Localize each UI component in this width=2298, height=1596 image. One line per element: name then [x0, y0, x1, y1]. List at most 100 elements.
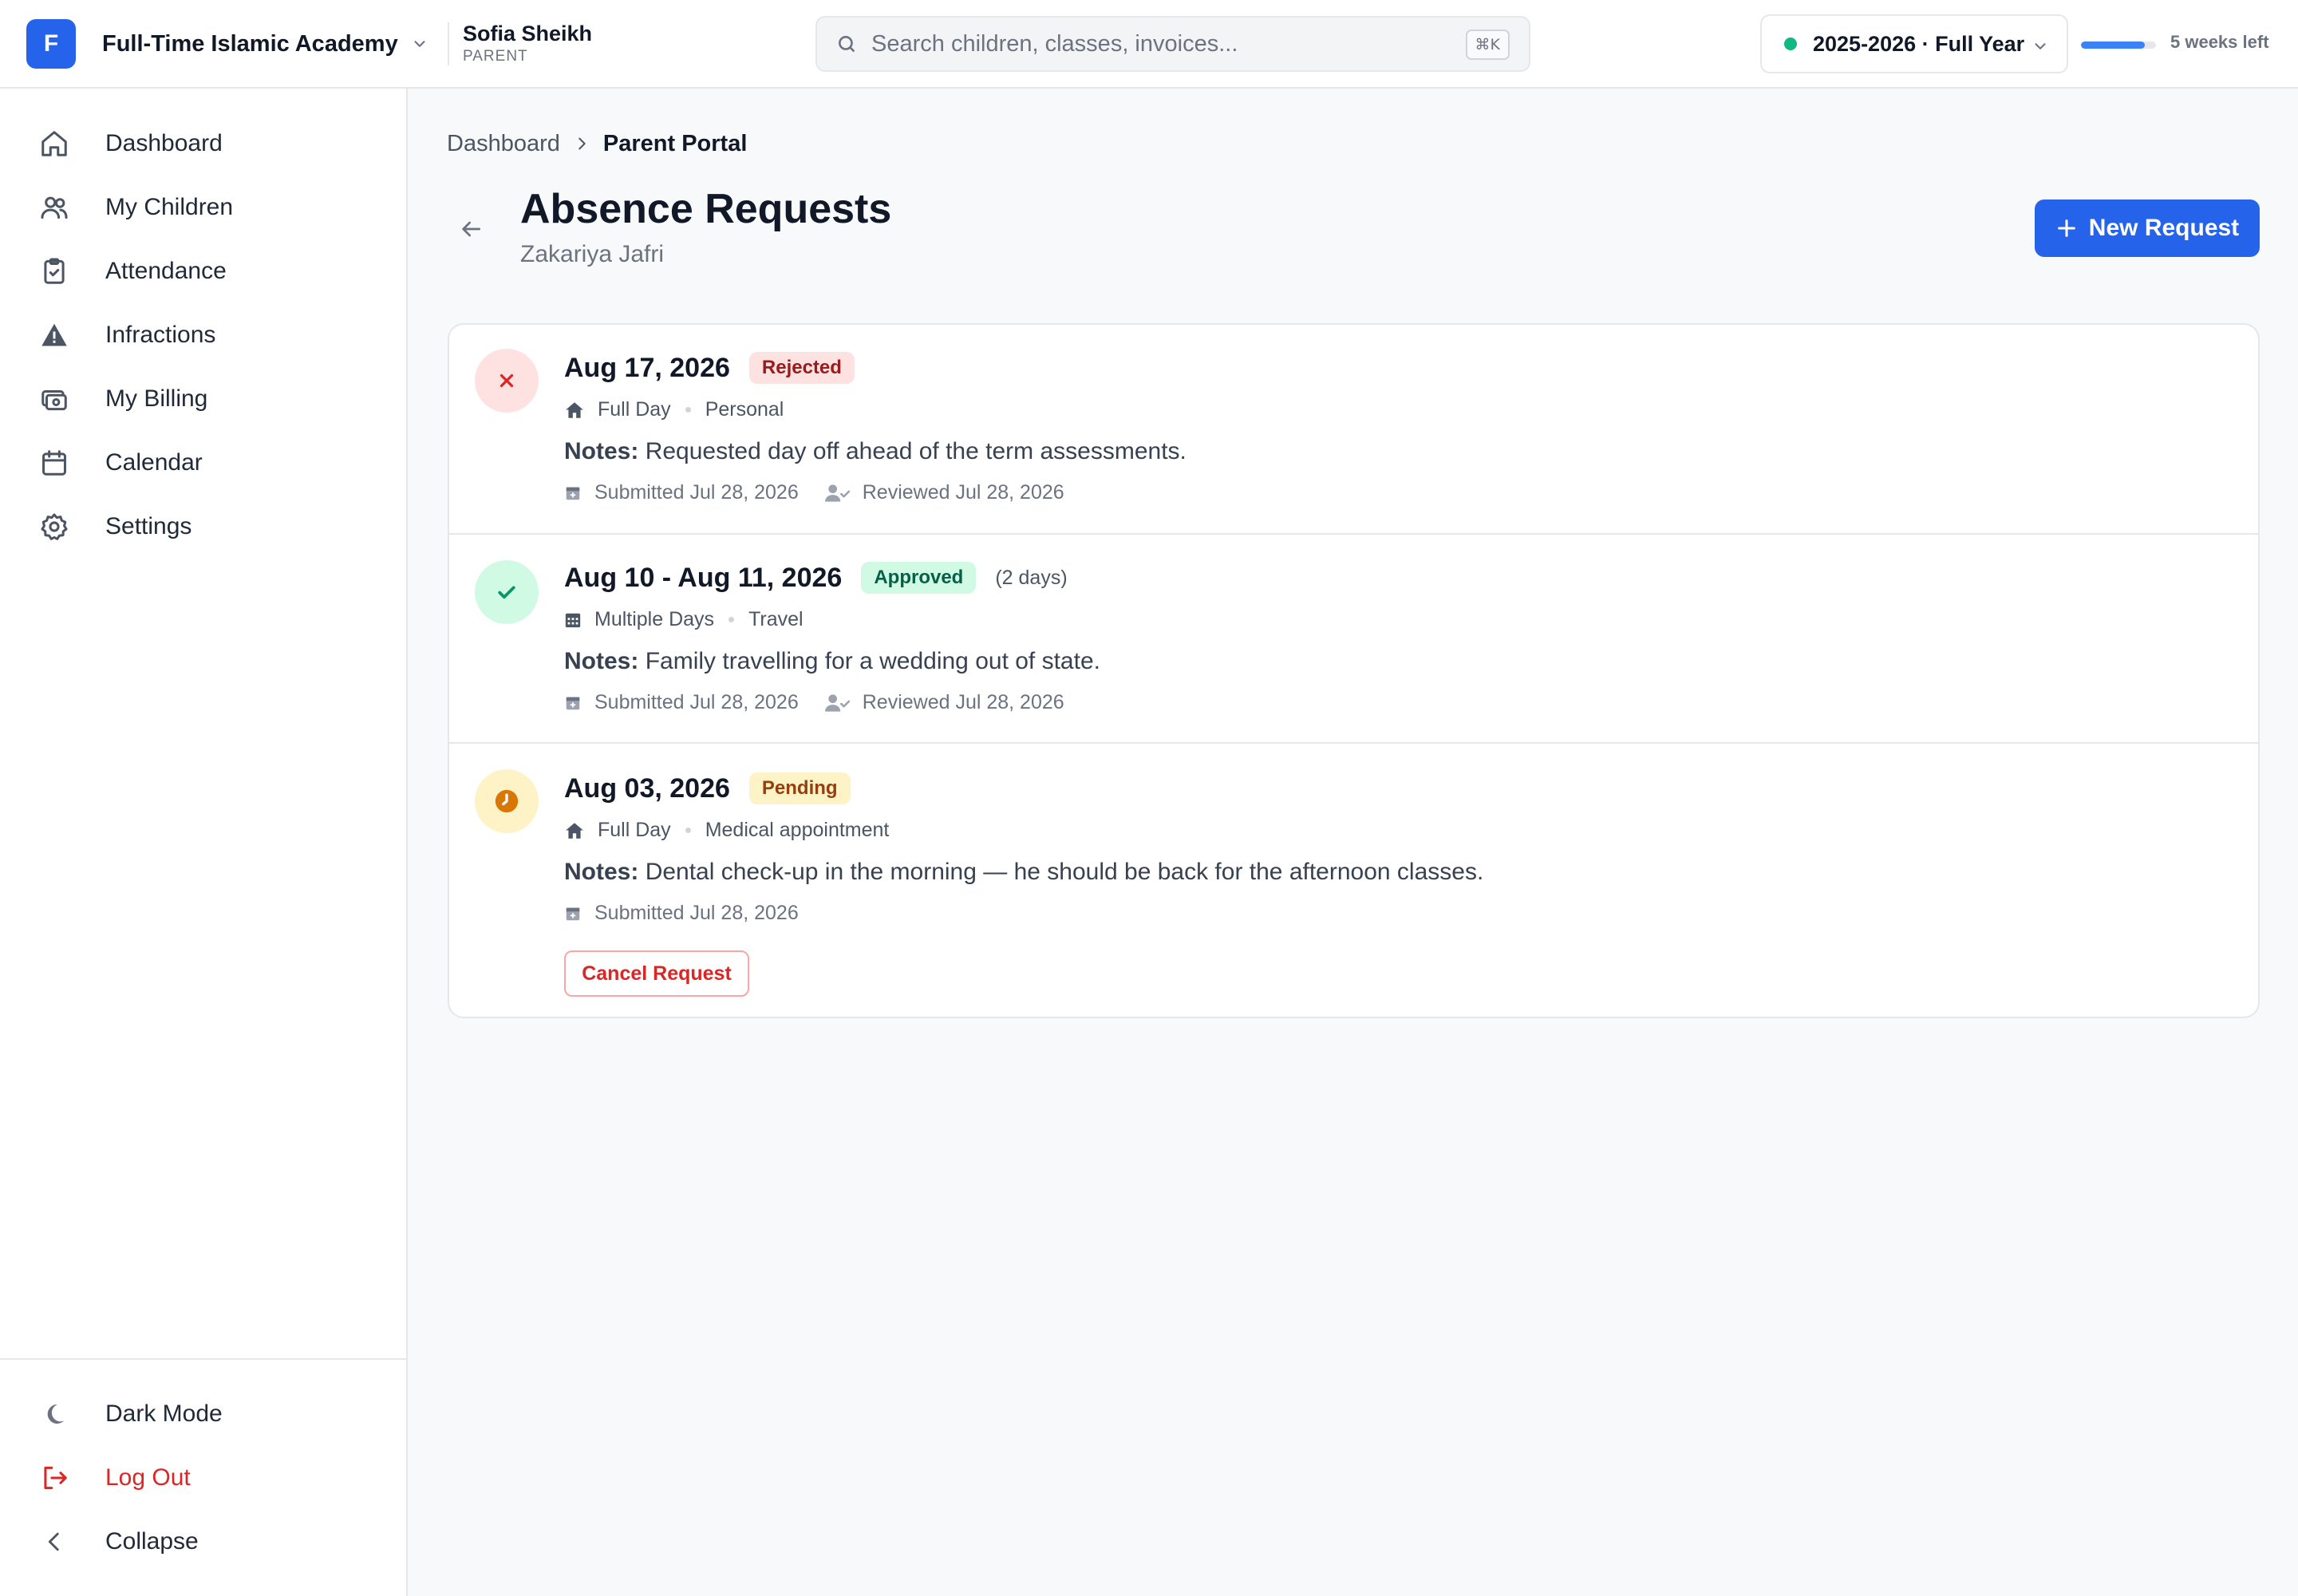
user-role: PARENT	[463, 48, 528, 65]
dark-mode-toggle[interactable]: Dark Mode	[22, 1388, 386, 1440]
clipboard-check-icon	[38, 255, 70, 287]
org-logo[interactable]: F	[26, 19, 76, 69]
home-icon	[564, 820, 585, 841]
submitted-date: Submitted Jul 28, 2026	[594, 691, 799, 713]
chevron-down-icon	[2031, 38, 2049, 55]
submitted-date: Submitted Jul 28, 2026	[594, 902, 799, 924]
sidebar-item-label: Attendance	[105, 258, 227, 284]
sidebar-item-label: Settings	[105, 513, 192, 539]
request-notes: Notes: Dental check-up in the morning — …	[564, 859, 1483, 886]
calendar-plus-icon	[564, 694, 582, 712]
submitted-date: Submitted Jul 28, 2026	[594, 481, 799, 504]
calendar-icon	[38, 447, 70, 479]
child-name: Zakariya Jafri	[520, 241, 665, 267]
sidebar-item-dashboard[interactable]: Dashboard	[22, 117, 386, 170]
org-switcher[interactable]: Full-Time Islamic Academy	[102, 24, 428, 64]
status-badge: Rejected	[748, 352, 855, 384]
arrow-left-icon	[458, 216, 484, 242]
request-notes: Notes: Requested day off ahead of the te…	[564, 438, 1187, 465]
academic-year-label: 2025-2026 · Full Year	[1813, 31, 2025, 56]
sidebar-item-my-children[interactable]: My Children	[22, 181, 386, 234]
absence-request-item: Aug 03, 2026 Pending Full Day Medical ap…	[449, 742, 2258, 1017]
cancel-request-button[interactable]: Cancel Request	[564, 950, 749, 997]
collapse-label: Collapse	[105, 1528, 199, 1555]
request-duration: (2 days)	[995, 566, 1068, 589]
request-type: Full Day	[598, 398, 671, 421]
global-search: ⌘K	[815, 16, 1530, 72]
notes-text: Dental check-up in the morning — he shou…	[645, 859, 1484, 885]
sidebar-item-label: Infractions	[105, 322, 216, 348]
breadcrumb-dashboard-link[interactable]: Dashboard	[447, 131, 560, 157]
request-reason: Travel	[748, 608, 804, 630]
top-bar: F Full-Time Islamic Academy Sofia Sheikh…	[0, 0, 2298, 89]
sidebar-item-label: Calendar	[105, 449, 203, 476]
sidebar-item-infractions[interactable]: Infractions	[22, 309, 386, 361]
status-badge: Pending	[748, 772, 851, 804]
rejected-status-icon	[475, 349, 539, 413]
term-progress-bar	[2081, 41, 2156, 49]
search-icon	[836, 34, 857, 54]
status-badge: Approved	[861, 562, 977, 594]
new-request-button[interactable]: New Request	[2035, 200, 2260, 257]
home-icon	[564, 400, 585, 421]
plus-icon	[2055, 217, 2078, 239]
request-type: Full Day	[598, 819, 671, 841]
divider	[448, 22, 449, 65]
breadcrumb-current: Parent Portal	[602, 130, 748, 156]
search-shortcut-hint: ⌘K	[1465, 30, 1510, 60]
sidebar-item-settings[interactable]: Settings	[22, 500, 386, 553]
pending-status-icon	[475, 769, 539, 833]
term-status-dot	[1784, 38, 1797, 50]
request-date: Aug 03, 2026	[564, 772, 730, 804]
user-name: Sofia Sheikh	[463, 22, 593, 45]
logout-label: Log Out	[105, 1464, 191, 1491]
sidebar-divider	[0, 1358, 406, 1360]
absence-request-item: Aug 17, 2026 Rejected Full Day Personal …	[449, 325, 2258, 533]
calendar-plus-icon	[564, 484, 582, 502]
request-notes: Notes: Family travelling for a wedding o…	[564, 648, 1100, 675]
collapse-sidebar-button[interactable]: Collapse	[22, 1515, 386, 1568]
gear-icon	[38, 511, 70, 543]
breadcrumb: Dashboard Parent Portal	[447, 128, 747, 160]
search-input[interactable]	[871, 30, 1430, 57]
user-check-icon	[824, 483, 850, 504]
approved-status-icon	[475, 560, 539, 624]
notes-label: Notes:	[564, 859, 639, 885]
chevron-left-icon	[38, 1526, 70, 1558]
notes-text: Family travelling for a wedding out of s…	[645, 648, 1100, 674]
sidebar-item-label: My Children	[105, 194, 234, 220]
term-remaining: 5 weeks left	[2170, 32, 2269, 52]
request-reason: Medical appointment	[705, 819, 890, 841]
moon-icon	[38, 1398, 70, 1430]
notes-label: Notes:	[564, 648, 639, 674]
sidebar-item-attendance[interactable]: Attendance	[22, 245, 386, 298]
users-icon	[38, 192, 70, 223]
reviewed-date: Reviewed Jul 28, 2026	[862, 691, 1064, 713]
user-check-icon	[824, 693, 850, 713]
chevron-down-icon	[411, 35, 428, 53]
dark-mode-label: Dark Mode	[105, 1400, 223, 1427]
academic-year-select[interactable]: 2025-2026 · Full Year	[1760, 14, 2068, 73]
sidebar-item-calendar[interactable]: Calendar	[22, 437, 386, 489]
back-button[interactable]	[451, 209, 491, 249]
page-title: Absence Requests	[520, 186, 892, 232]
new-request-label: New Request	[2088, 215, 2240, 241]
chevron-right-icon	[573, 135, 590, 152]
separator-dot	[685, 407, 691, 413]
sidebar-item-label: Dashboard	[105, 130, 223, 156]
warning-icon	[38, 319, 70, 351]
logout-button[interactable]: Log Out	[22, 1452, 386, 1504]
absence-requests-list: Aug 17, 2026 Rejected Full Day Personal …	[448, 323, 2260, 1018]
org-name: Full-Time Islamic Academy	[102, 30, 398, 57]
reviewed-date: Reviewed Jul 28, 2026	[862, 481, 1064, 504]
sidebar-item-label: My Billing	[105, 385, 208, 412]
billing-icon	[38, 383, 70, 415]
home-icon	[38, 128, 70, 160]
notes-label: Notes:	[564, 438, 639, 464]
calendar-grid-icon	[564, 611, 582, 629]
term-progress-fill	[2081, 41, 2145, 49]
request-date: Aug 17, 2026	[564, 352, 730, 383]
absence-request-item: Aug 10 - Aug 11, 2026 Approved (2 days) …	[449, 533, 2258, 742]
sidebar-item-my-billing[interactable]: My Billing	[22, 373, 386, 425]
sidebar: Dashboard My Children Attendance Infract…	[0, 89, 408, 1596]
